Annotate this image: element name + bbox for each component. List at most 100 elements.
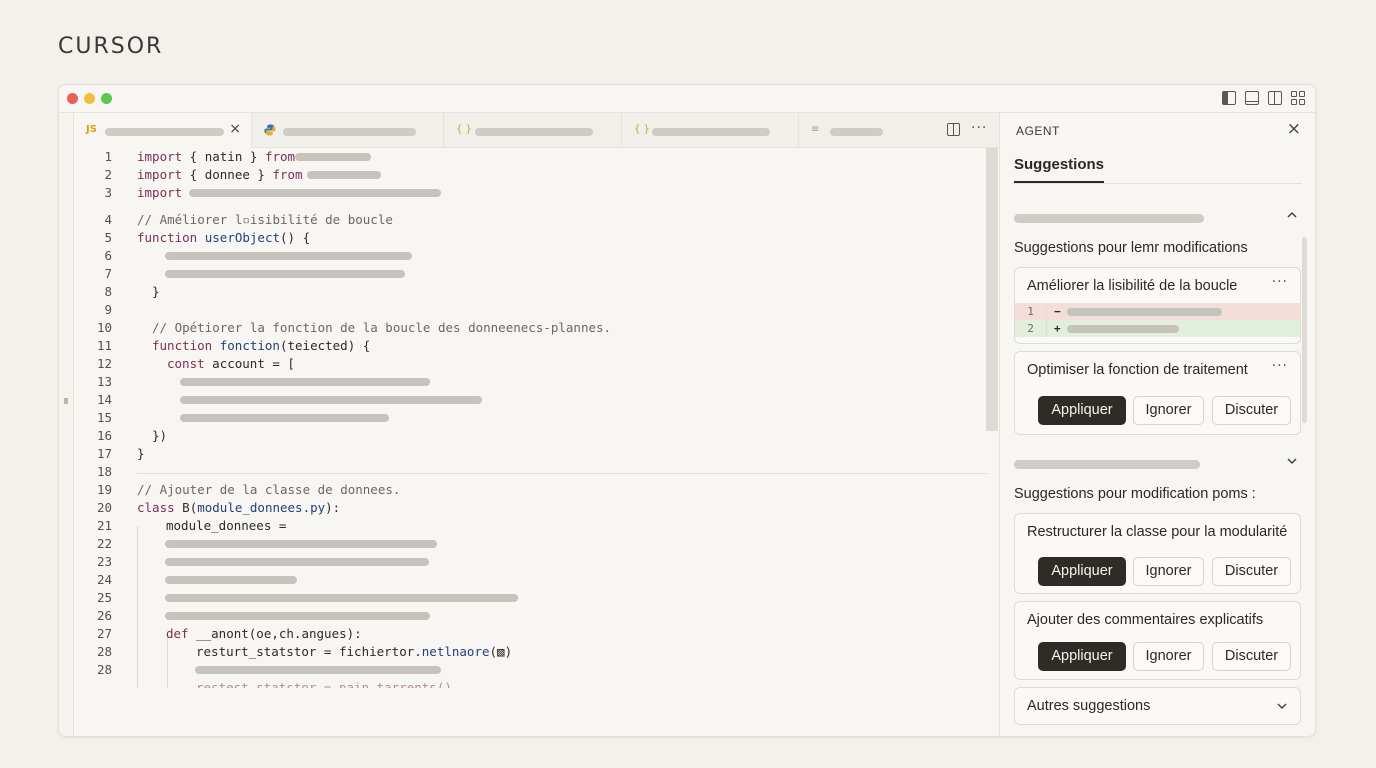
tab-json-file-2[interactable]: { } [622, 113, 799, 148]
code-line: 1 import { natin } from [74, 148, 986, 166]
json-file-icon: { } [634, 124, 650, 135]
agent-panel-title: AGENT [1016, 124, 1060, 138]
more-options-icon[interactable]: ··· [1272, 358, 1288, 374]
tab-label [652, 128, 770, 136]
more-options-icon[interactable]: ··· [1272, 274, 1288, 290]
editor-scrollbar[interactable] [986, 148, 998, 431]
apply-button[interactable]: Appliquer [1038, 396, 1126, 425]
customize-layout-icon[interactable] [1291, 91, 1305, 105]
code-line: 23 [74, 553, 986, 571]
editor-window: JS × { } { } ≡ ··· 1 import {natin} fr… [58, 84, 1316, 737]
code-editor[interactable]: 1 import { natin } from 2 import { donnee … [74, 148, 999, 688]
code-line: 12 const account = [ [96, 356, 295, 371]
suggestion-card[interactable]: Améliorer la lisibilité de la boucle ···… [1014, 267, 1301, 344]
tab-label [283, 128, 416, 136]
code-line: 14 [74, 391, 986, 409]
diff-line-added: 2 + [1015, 320, 1300, 337]
ignore-button[interactable]: Ignorer [1133, 557, 1204, 586]
javascript-file-icon: JS [86, 124, 97, 135]
code-line: 25 [74, 589, 986, 607]
suggestion-title: Restructurer la classe pour la modularit… [1027, 524, 1288, 540]
code-line: 15 [74, 409, 986, 427]
more-actions-icon[interactable]: ··· [971, 120, 987, 136]
discuss-button[interactable]: Discuter [1212, 396, 1291, 425]
code-line: 24 [74, 571, 986, 589]
close-panel-icon[interactable]: × [1287, 119, 1301, 139]
tab-label [105, 128, 224, 136]
code-line: 5 function userObject() { [104, 230, 311, 245]
suggestion-card[interactable]: Optimiser la fonction de traitement ··· … [1014, 351, 1301, 435]
suggestion-card[interactable]: Ajouter des commentaires explicatifs App… [1014, 601, 1301, 680]
code-line: 3 import [74, 184, 986, 202]
apply-button[interactable]: Appliquer [1038, 642, 1126, 671]
more-suggestions-label: Autres suggestions [1027, 698, 1151, 714]
activity-strip [59, 113, 74, 736]
code-line: 28 resturt_statstor = fichiertor.netlnaor… [96, 644, 513, 659]
code-line: 8} [104, 284, 160, 299]
section-header-placeholder [1014, 460, 1200, 469]
tab-label [475, 128, 593, 136]
code-line: 10// Opétiorer la fonction de la boucle … [96, 320, 612, 335]
suggestion-title: Ajouter des commentaires explicatifs [1027, 612, 1264, 628]
chevron-up-icon[interactable] [1286, 209, 1298, 225]
chevron-down-icon[interactable] [1286, 455, 1298, 471]
close-window-button[interactable] [67, 93, 78, 104]
more-suggestions-dropdown[interactable]: Autres suggestions [1014, 687, 1301, 725]
tab-python-file[interactable] [252, 113, 444, 148]
section-title: Suggestions pour lemr modifications [1014, 240, 1248, 256]
code-line: 17} [96, 446, 145, 461]
tab-text-file[interactable]: ≡ [799, 113, 941, 148]
tab-actions: ··· [941, 113, 999, 148]
code-line: 26 [74, 607, 986, 625]
title-bar [59, 85, 1315, 113]
discuss-button[interactable]: Discuter [1212, 642, 1291, 671]
agent-panel: AGENT × Suggestions Suggestions pour lem… [999, 113, 1315, 736]
suggestion-title: Améliorer la lisibilité de la boucle [1027, 278, 1238, 294]
code-line: 6 [74, 247, 986, 265]
code-line: 13 [74, 373, 986, 391]
python-file-icon [264, 124, 276, 139]
tab-label [830, 128, 883, 136]
code-line: 27 def __anont(oe,ch.angues): [96, 626, 362, 641]
section-title: Suggestions pour modification poms : [1014, 486, 1256, 502]
code-line: 11 function fonction(teiected) { [96, 338, 371, 353]
code-line: 21 module_donnees = [96, 518, 287, 533]
toggle-secondary-sidebar-icon[interactable] [1268, 91, 1282, 105]
tab-json-file-1[interactable]: { } [444, 113, 622, 148]
code-line: 4// Améliorer l▫isibilité de boucle [104, 212, 393, 227]
chevron-down-icon [1276, 700, 1288, 716]
ignore-button[interactable]: Ignorer [1133, 396, 1204, 425]
tab-javascript-file[interactable]: JS × [74, 113, 252, 148]
editor-tabs: JS × { } { } ≡ ··· [74, 113, 999, 148]
toggle-sidebar-icon[interactable] [1222, 91, 1236, 105]
tab-divider [1014, 183, 1302, 184]
code-line: 2828 [74, 661, 986, 679]
brand-logo-text: CURSOR [58, 34, 164, 59]
drag-handle-icon[interactable] [64, 398, 68, 404]
minimize-window-button[interactable] [84, 93, 95, 104]
close-tab-icon[interactable]: × [229, 121, 241, 137]
code-line: 7 [74, 265, 986, 283]
discuss-button[interactable]: Discuter [1212, 557, 1291, 586]
split-editor-icon[interactable] [947, 123, 960, 136]
ignore-button[interactable]: Ignorer [1133, 642, 1204, 671]
code-line: 2 import { donnee } from [74, 166, 986, 184]
tab-suggestions[interactable]: Suggestions [1014, 156, 1105, 183]
suggestion-card[interactable]: Restructurer la classe pour la modularit… [1014, 513, 1301, 594]
code-line: 22 [74, 535, 986, 553]
apply-button[interactable]: Appliquer [1038, 557, 1126, 586]
suggestion-title: Optimiser la fonction de traitement [1027, 362, 1248, 378]
diff-line-removed: 1− [1015, 303, 1300, 320]
maximize-window-button[interactable] [101, 93, 112, 104]
panel-scrollbar[interactable] [1302, 237, 1307, 423]
code-line: 16}) [96, 428, 168, 443]
code-line: restest_statstor = pain_tarrents() [196, 680, 452, 688]
code-line: 18 [96, 464, 112, 479]
code-line: 9 [104, 302, 112, 317]
code-line: 19// Ajouter de la classe de donnees. [96, 482, 401, 497]
layout-controls [1222, 91, 1305, 105]
toggle-panel-icon[interactable] [1245, 91, 1259, 105]
code-line: 20 class B(module_donnees.py): [96, 500, 341, 515]
json-file-icon: { } [456, 124, 472, 135]
section-header-placeholder [1014, 214, 1204, 223]
